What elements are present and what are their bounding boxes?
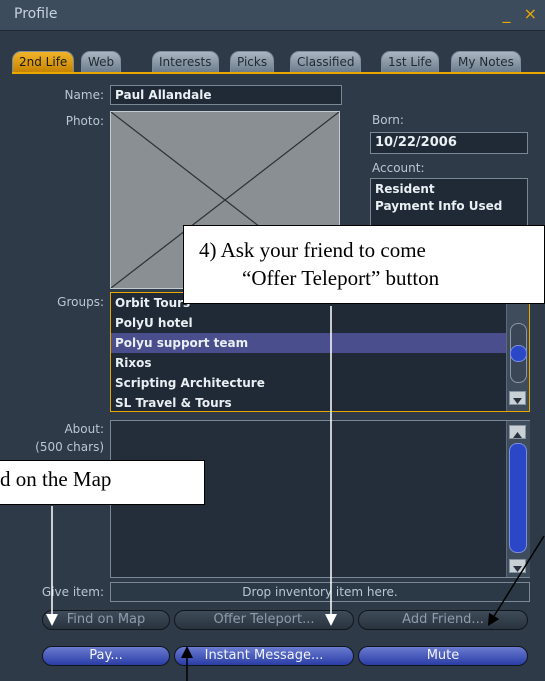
annotation-arrows (46, 306, 545, 681)
arrow-to-add-friend (487, 535, 545, 627)
